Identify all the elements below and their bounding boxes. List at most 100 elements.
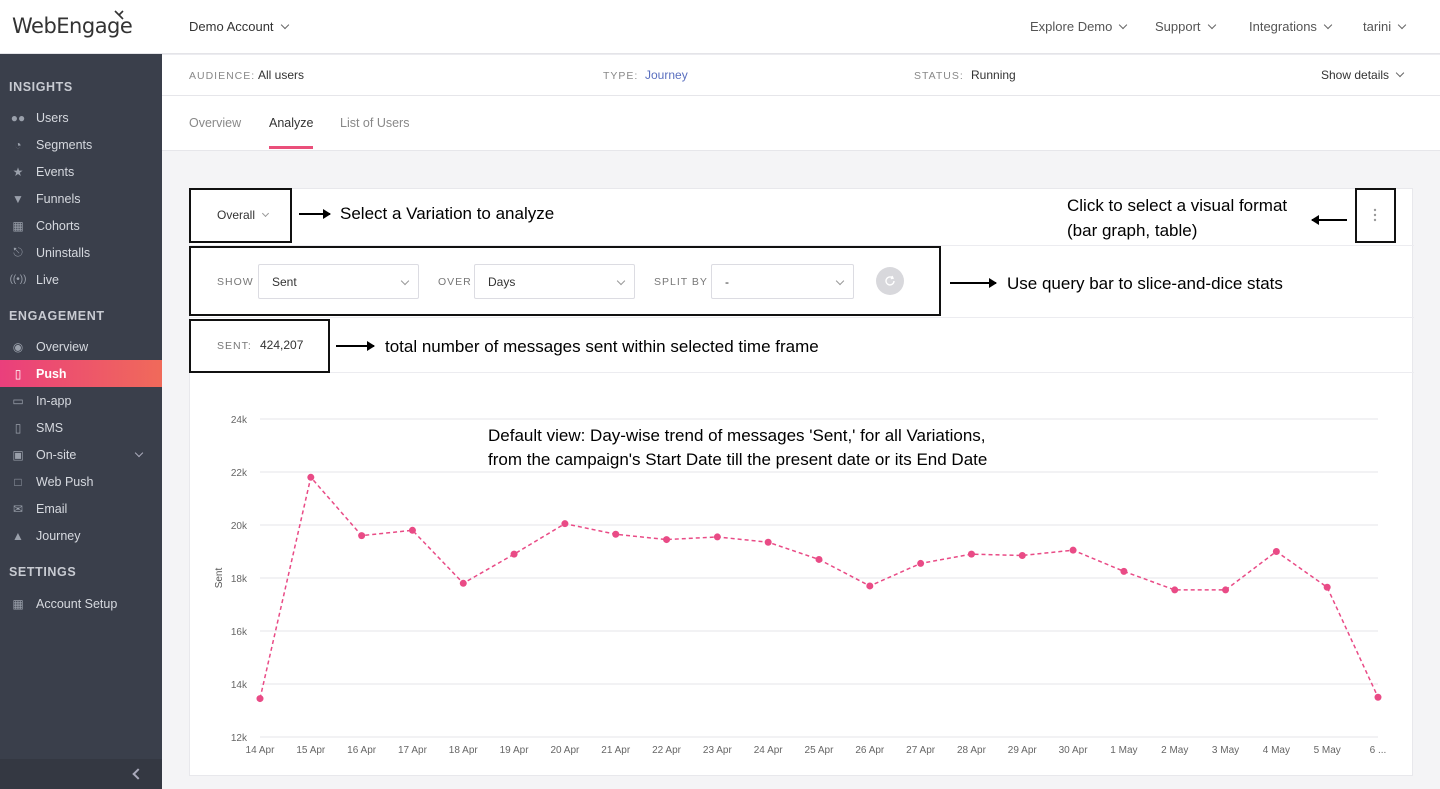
sidebar-item-label: Events xyxy=(36,164,75,179)
broadcast-icon: ((•)) xyxy=(9,274,27,285)
data-point xyxy=(917,559,925,567)
series-line xyxy=(259,475,1379,699)
annotation-default-line2: from the campaign's Start Date till the … xyxy=(488,450,988,469)
sidebar-item-label: In-app xyxy=(36,393,72,408)
type-label: TYPE: xyxy=(603,70,639,82)
status-value: Running xyxy=(971,68,1016,82)
setup-icon: ▦ xyxy=(12,596,24,611)
x-tick-label: 21 Apr xyxy=(601,745,631,756)
sidebar-item-overview[interactable]: ◉ Overview xyxy=(0,333,162,360)
data-point xyxy=(510,550,518,558)
sidebar-collapse-button[interactable] xyxy=(0,759,162,789)
annotation-box-variation xyxy=(189,188,292,243)
nav-label: Explore Demo xyxy=(1030,19,1113,34)
data-point xyxy=(561,520,569,528)
account-switcher[interactable]: Demo Account xyxy=(189,19,289,34)
annotation-format-line1: Click to select a visual format xyxy=(1067,196,1288,215)
divider xyxy=(190,372,1414,373)
show-details-toggle[interactable]: Show details xyxy=(1321,68,1405,82)
nav-support[interactable]: Support xyxy=(1155,19,1216,34)
chevron-down-icon xyxy=(1207,20,1216,29)
tab-analyze[interactable]: Analyze xyxy=(269,116,313,130)
inapp-icon: ▭ xyxy=(12,393,24,408)
sms-icon: ▯ xyxy=(14,420,22,435)
annotation-format-line2: (bar graph, table) xyxy=(1067,221,1198,240)
data-point xyxy=(663,536,671,544)
sidebar-item-sms[interactable]: ▯ SMS xyxy=(0,414,162,441)
nav-integrations[interactable]: Integrations xyxy=(1249,19,1333,34)
nav-explore-demo[interactable]: Explore Demo xyxy=(1030,19,1128,34)
chevron-left-icon xyxy=(132,768,144,780)
x-tick-label: 3 May xyxy=(1212,745,1239,756)
annotation-box-stat xyxy=(189,319,330,373)
x-tick-label: 16 Apr xyxy=(347,745,377,756)
sidebar-item-label: Live xyxy=(36,272,59,287)
uninstall-icon: ⎋ xyxy=(13,245,23,259)
y-tick-label: 12k xyxy=(231,733,248,744)
sidebar-item-webpush[interactable]: □ Web Push xyxy=(0,468,162,495)
tab-list-of-users[interactable]: List of Users xyxy=(340,116,409,130)
x-tick-label: 15 Apr xyxy=(296,745,326,756)
sidebar-item-events[interactable]: ★ Events xyxy=(0,158,162,185)
sidebar-item-funnels[interactable]: ▼ Funnels xyxy=(0,185,162,212)
funnel-icon: ▼ xyxy=(12,191,24,206)
x-tick-label: 14 Apr xyxy=(246,745,276,756)
account-name: Demo Account xyxy=(189,19,274,34)
data-point xyxy=(1171,586,1179,594)
sidebar-item-cohorts[interactable]: ▦ Cohorts xyxy=(0,212,162,239)
arrow-left-icon xyxy=(1311,215,1347,225)
x-tick-label: 29 Apr xyxy=(1008,745,1038,756)
tab-overview[interactable]: Overview xyxy=(189,116,241,130)
onsite-icon: ▣ xyxy=(12,447,24,462)
status-label: STATUS: xyxy=(914,70,964,82)
x-tick-label: 4 May xyxy=(1263,745,1290,756)
x-tick-label: 22 Apr xyxy=(652,745,682,756)
sidebar-item-uninstalls[interactable]: ⎋ Uninstalls xyxy=(0,239,162,266)
annotation-box-menu xyxy=(1355,188,1396,243)
user-menu[interactable]: tarini xyxy=(1363,19,1407,34)
sidebar-item-push[interactable]: ▯ Push xyxy=(0,360,162,387)
sidebar-item-inapp[interactable]: ▭ In-app xyxy=(0,387,162,414)
x-tick-label: 26 Apr xyxy=(855,745,885,756)
x-tick-label: 5 May xyxy=(1314,745,1341,756)
data-point xyxy=(256,695,264,703)
x-tick-label: 25 Apr xyxy=(805,745,835,756)
journey-icon: ▲ xyxy=(12,528,24,543)
sidebar-item-label: Funnels xyxy=(36,191,81,206)
sidebar-item-journey[interactable]: ▲ Journey xyxy=(0,522,162,549)
sidebar-item-account-setup[interactable]: ▦ Account Setup xyxy=(0,590,162,617)
double-chevron-down-icon xyxy=(1395,68,1405,78)
pie-icon: ◔ xyxy=(14,137,22,152)
annotation-query: Use query bar to slice-and-dice stats xyxy=(1007,274,1283,293)
grid-icon: ▦ xyxy=(12,218,24,233)
x-tick-label: 28 Apr xyxy=(957,745,987,756)
data-point xyxy=(1069,546,1077,554)
data-point xyxy=(358,532,366,540)
sidebar-item-live[interactable]: ((•)) Live xyxy=(0,266,162,293)
chevron-down-icon xyxy=(1119,20,1128,29)
webpush-icon: □ xyxy=(14,474,22,489)
chevron-down-icon xyxy=(280,20,289,29)
sidebar-item-onsite[interactable]: ▣ On-site xyxy=(0,441,162,468)
sidebar-item-label: Uninstalls xyxy=(36,245,91,260)
sidebar-item-label: Journey xyxy=(36,528,81,543)
show-details-label: Show details xyxy=(1321,68,1390,82)
sidebar-item-users[interactable]: ●● Users xyxy=(0,104,162,131)
sidebar-item-label: Users xyxy=(36,110,69,125)
tab-bar: Overview Analyze List of Users xyxy=(162,96,1440,151)
data-point xyxy=(1272,548,1280,555)
active-tab-indicator xyxy=(269,146,313,149)
data-point xyxy=(967,550,975,558)
data-point xyxy=(408,526,416,534)
type-value-link[interactable]: Journey xyxy=(645,68,688,82)
y-axis-label: Sent xyxy=(214,567,225,588)
sidebar-item-email[interactable]: ✉ Email xyxy=(0,495,162,522)
x-tick-label: 6 ... xyxy=(1370,745,1387,756)
nav-label: Integrations xyxy=(1249,19,1317,34)
x-tick-label: 20 Apr xyxy=(550,745,580,756)
annotation-variation: Select a Variation to analyze xyxy=(340,204,555,223)
annotation-default-line1: Default view: Day-wise trend of messages… xyxy=(488,426,986,445)
sidebar-item-segments[interactable]: ◔ Segments xyxy=(0,131,162,158)
chevron-down-icon xyxy=(134,448,144,458)
campaign-info-bar: AUDIENCE: All users TYPE: Journey STATUS… xyxy=(162,54,1440,96)
